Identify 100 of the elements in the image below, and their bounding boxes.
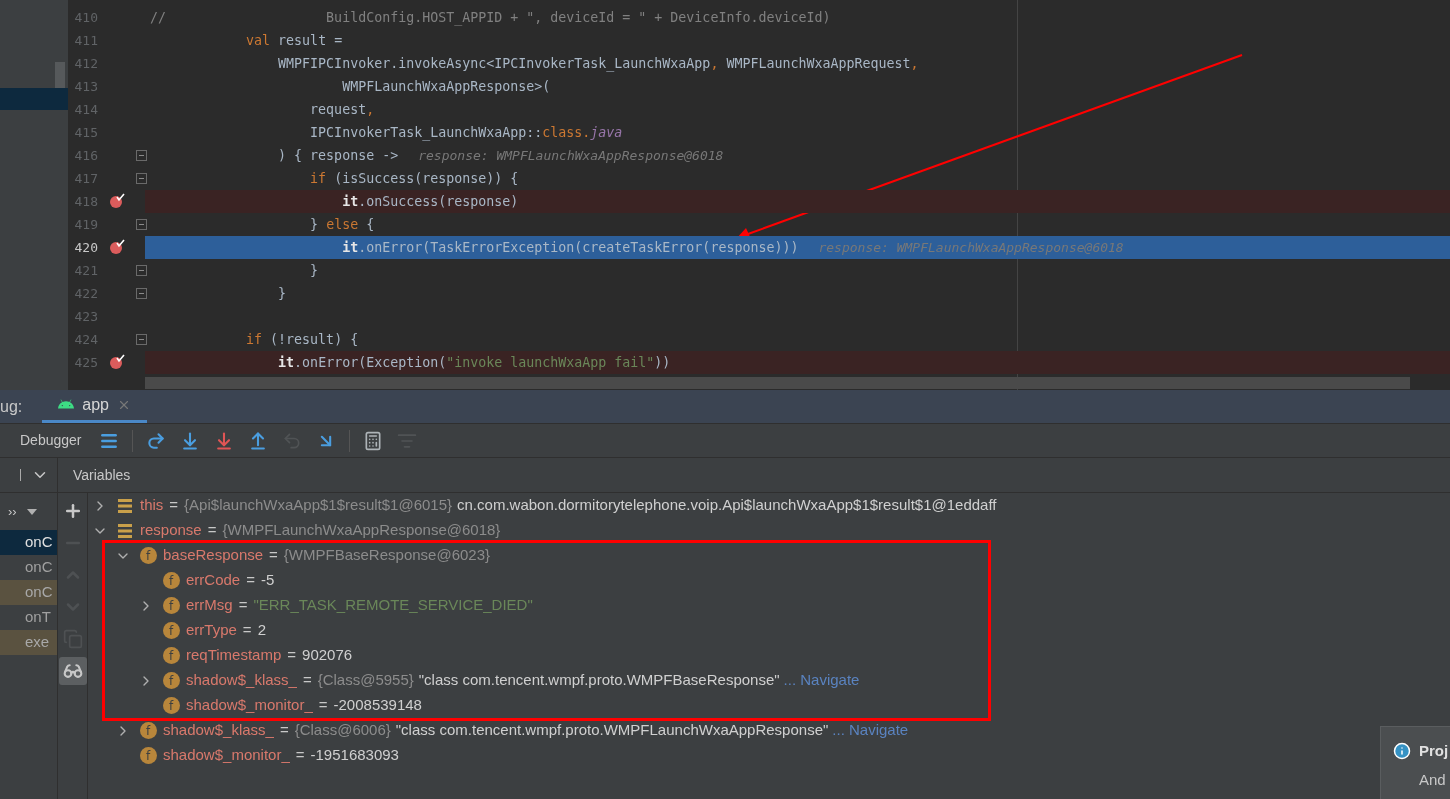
stack-frame[interactable]: onC bbox=[0, 555, 57, 580]
notification-title: Proj bbox=[1419, 741, 1449, 761]
code-line: } bbox=[277, 284, 287, 303]
scrollbar-thumb[interactable] bbox=[55, 62, 65, 88]
line-number: 420 bbox=[73, 238, 98, 257]
field-icon: f bbox=[162, 597, 180, 614]
stack-frame[interactable]: onC bbox=[0, 580, 57, 605]
code-line: request, bbox=[309, 100, 375, 119]
code-line: ) { response -> bbox=[277, 146, 399, 165]
variable-name: shadow$_monitor_ bbox=[163, 745, 290, 766]
variable-name: shadow$_monitor_ bbox=[186, 695, 313, 716]
object-reference: {WMPFBaseResponse@6023} bbox=[283, 545, 490, 566]
step-over-icon[interactable] bbox=[145, 430, 166, 451]
line-number: 410 bbox=[73, 8, 98, 27]
variable-name: errType bbox=[186, 620, 237, 641]
variable-value: 2 bbox=[257, 620, 266, 641]
line-number: 414 bbox=[73, 100, 98, 119]
navigate-link[interactable]: ... Navigate bbox=[783, 669, 860, 692]
code-line: WMPFIPCInvoker.invokeAsync<IPCInvokerTask_LaunchWxaApp, WMPFLaunchWxaAppRequest, bbox=[277, 54, 919, 74]
fold-marker-icon[interactable] bbox=[136, 173, 147, 184]
object-reference: {Class@6006} bbox=[294, 720, 391, 741]
horizontal-scrollbar[interactable] bbox=[145, 377, 1410, 389]
more-button[interactable]: ›› bbox=[8, 501, 17, 522]
fold-marker-icon[interactable] bbox=[136, 288, 147, 299]
field-icon: f bbox=[162, 672, 180, 689]
equals-sign: = bbox=[295, 745, 305, 766]
breakpoint-icon[interactable] bbox=[109, 193, 125, 209]
panel-title: Variables bbox=[73, 465, 131, 485]
dropdown-triangle-icon[interactable] bbox=[26, 508, 37, 515]
equals-sign: = bbox=[287, 645, 297, 666]
equals-sign: = bbox=[269, 545, 278, 566]
field-icon: f bbox=[139, 747, 157, 764]
line-number: 425 bbox=[73, 353, 98, 372]
code-line: // BuildConfig.HOST_APPID + ", deviceId = " + DeviceInfo.deviceId) bbox=[150, 8, 831, 28]
code-line: IPCInvokerTask_LaunchWxaApp::class.java bbox=[309, 123, 623, 143]
fold-marker-icon[interactable] bbox=[136, 334, 147, 345]
variable-value: "class com.tencent.wmpf.proto.WMPFLaunchWxaAppResponse" bbox=[395, 720, 829, 741]
fold-marker-icon[interactable] bbox=[136, 265, 147, 276]
equals-sign: = bbox=[246, 570, 255, 591]
line-number: 424 bbox=[73, 330, 98, 349]
object-reference: {Api$launchWxaApp$1$result$1@6015} bbox=[184, 495, 453, 516]
variable-value: "ERR_TASK_REMOTE_SERVICE_DIED" bbox=[253, 595, 533, 616]
code-line: val result = bbox=[245, 31, 343, 50]
equals-sign: = bbox=[242, 620, 252, 641]
variable-name: response bbox=[140, 520, 202, 541]
variable-value: -2008539148 bbox=[333, 695, 422, 716]
notification-text: And bbox=[1419, 769, 1447, 790]
object-reference: {Class@5955} bbox=[317, 670, 414, 691]
equals-sign: = bbox=[318, 695, 328, 716]
line-number: 411 bbox=[73, 31, 98, 50]
field-icon: f bbox=[162, 572, 180, 589]
code-line: if (isSuccess(response)) { bbox=[309, 169, 519, 188]
field-icon: f bbox=[139, 547, 157, 564]
field-icon: f bbox=[162, 697, 180, 714]
variable-value: 902076 bbox=[302, 645, 353, 666]
breakpoint-icon[interactable] bbox=[109, 354, 125, 370]
variable-value: -5 bbox=[260, 570, 275, 591]
variable-name: shadow$_klass_ bbox=[163, 720, 274, 741]
fold-marker-icon[interactable] bbox=[136, 219, 147, 230]
stack-frame[interactable]: exe bbox=[0, 630, 57, 655]
panel-label: ug: bbox=[0, 396, 23, 417]
variable-name: shadow$_klass_ bbox=[186, 670, 297, 691]
code-line: } bbox=[309, 261, 319, 280]
variable-value: -1951683093 bbox=[310, 745, 399, 766]
breakpoint-icon[interactable] bbox=[109, 239, 125, 255]
line-number: 418 bbox=[73, 192, 98, 211]
line-number: 416 bbox=[73, 146, 98, 165]
variable-name: errMsg bbox=[186, 595, 233, 616]
code-line: it.onError(Exception("invoke launchWxaApp fail")) bbox=[277, 353, 671, 372]
line-number: 422 bbox=[73, 284, 98, 303]
line-number: 415 bbox=[73, 123, 98, 142]
fold-marker-icon[interactable] bbox=[136, 150, 147, 161]
debug-tab[interactable]: app bbox=[42, 390, 147, 423]
code-line: if (!result) { bbox=[245, 330, 359, 349]
navigate-link[interactable]: ... Navigate bbox=[832, 719, 909, 742]
line-number: 421 bbox=[73, 261, 98, 280]
variable-value: "class com.tencent.wmpf.proto.WMPFBaseResponse" bbox=[418, 670, 780, 691]
variable-icon bbox=[118, 498, 132, 513]
stack-frame[interactable]: onC bbox=[0, 530, 57, 555]
inline-hint: response: WMPFLaunchWxaAppResponse@6018 bbox=[818, 238, 1124, 257]
info-icon bbox=[1393, 742, 1411, 761]
stack-frame[interactable]: onT bbox=[0, 605, 57, 630]
object-reference: {WMPFLaunchWxaAppResponse@6018} bbox=[222, 520, 501, 541]
inline-hint: response: WMPFLaunchWxaAppResponse@6018 bbox=[418, 146, 724, 165]
line-number: 413 bbox=[73, 77, 98, 96]
variable-value: cn.com.wabon.dormitorytelephone.voip.Api$launchWxaApp$1$result$1@1eddaff bbox=[457, 495, 997, 516]
line-number: 412 bbox=[73, 54, 98, 73]
toolbar-title: Debugger bbox=[20, 431, 82, 450]
notification-popup[interactable]: Proj And bbox=[1380, 726, 1450, 799]
field-icon: f bbox=[162, 647, 180, 664]
code-line: } else { bbox=[309, 215, 375, 234]
equals-sign: = bbox=[207, 520, 217, 541]
variable-name: this bbox=[140, 495, 164, 516]
equals-sign: = bbox=[169, 495, 179, 516]
variable-name: reqTimestamp bbox=[186, 645, 282, 666]
glasses-icon[interactable] bbox=[62, 661, 83, 681]
variable-name: errCode bbox=[186, 570, 241, 591]
equals-sign: = bbox=[302, 670, 312, 691]
equals-sign: = bbox=[238, 595, 248, 616]
field-icon: f bbox=[162, 622, 180, 639]
